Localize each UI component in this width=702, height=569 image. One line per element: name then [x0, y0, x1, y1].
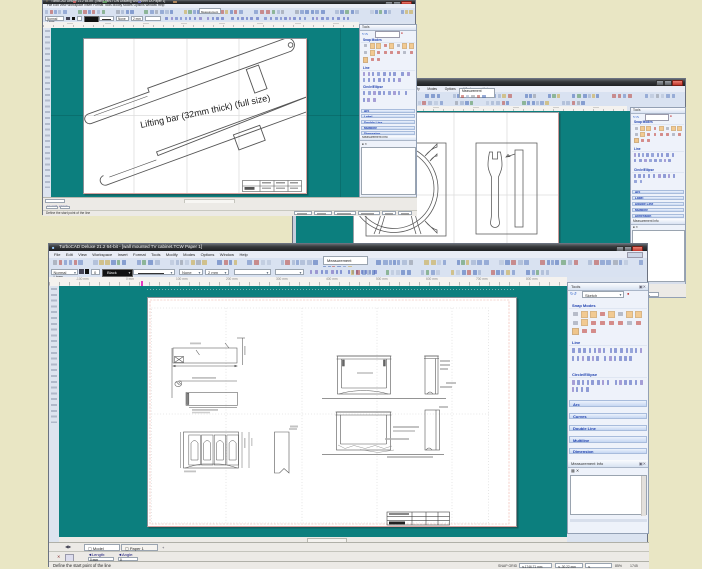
svg-text:Lifting bar (32mm thick) (full: Lifting bar (32mm thick) (full size) — [139, 93, 271, 130]
